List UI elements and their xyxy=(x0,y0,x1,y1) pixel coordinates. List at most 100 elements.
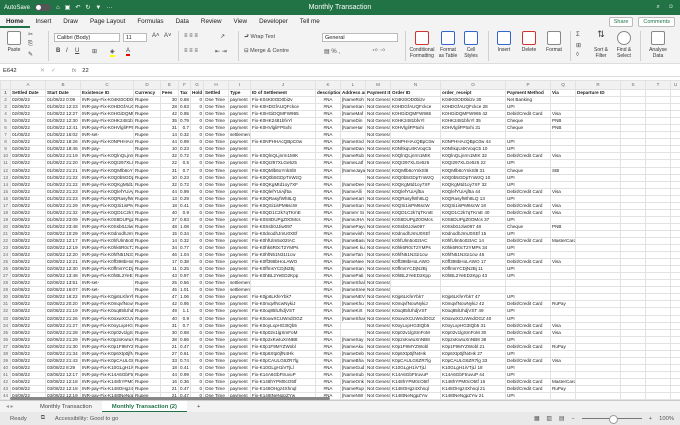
cell[interactable] xyxy=(620,377,646,386)
cell[interactable]: Fix-K0oq85lUhdjVST xyxy=(250,307,316,316)
cell[interactable]: 01/08/22 21:20 xyxy=(45,159,81,168)
cell[interactable]: 0 xyxy=(190,110,204,119)
cell[interactable] xyxy=(620,117,646,126)
cell[interactable] xyxy=(670,314,680,323)
cell[interactable]: #NA xyxy=(315,321,341,330)
cell[interactable] xyxy=(645,208,671,217)
tab-formulas[interactable]: Formulas xyxy=(131,15,169,28)
cell[interactable] xyxy=(670,159,680,168)
cell[interactable] xyxy=(575,293,621,302)
cell[interactable]: 02/08/22 21:19 xyxy=(45,307,81,316)
cell[interactable]: Fix-K0QlnQLjnrm1MIK xyxy=(250,152,316,161)
row-header[interactable]: 26 xyxy=(0,265,11,274)
cell[interactable]: 0 xyxy=(190,342,204,351)
cell[interactable]: K0HDGfAUQFckce 28 xyxy=(440,103,506,112)
cell[interactable]: K0ff398bHoLAWO 17 xyxy=(440,258,506,267)
cell[interactable] xyxy=(575,124,621,133)
cell[interactable]: K0HVlgliFP5xhi 31 xyxy=(440,124,506,133)
cell[interactable]: 14 xyxy=(160,236,179,246)
cell[interactable]: 0.41 xyxy=(178,201,191,210)
cell[interactable]: [NameShal xyxy=(340,279,366,288)
column-header-t[interactable]: T xyxy=(645,80,671,90)
cell[interactable] xyxy=(575,159,621,168)
cell[interactable]: #NA xyxy=(315,229,341,238)
cell[interactable]: payment xyxy=(228,314,251,323)
cell[interactable]: K148hYPM0cO5tf 16 xyxy=(440,377,506,386)
cell[interactable]: Fix-K0pCAULG6ZR7lg xyxy=(250,356,316,365)
cell[interactable]: 01/08/22 21:23 xyxy=(45,194,81,203)
cell[interactable]: K0QSi1isPM6scW 18 xyxy=(440,201,506,210)
increase-font-icon[interactable]: A˄ xyxy=(152,33,160,39)
cell[interactable]: 01/08/22 xyxy=(10,131,46,140)
cell[interactable]: Not Generated xyxy=(365,370,391,379)
cell[interactable]: [NameGud xyxy=(340,363,366,372)
cell[interactable] xyxy=(340,131,366,140)
cell[interactable]: K0QlefYUiAjf5a xyxy=(390,187,441,196)
cell[interactable]: 0.72 xyxy=(178,180,191,189)
cell[interactable]: Fix-K0QMlb6oYnkSl8 xyxy=(250,166,316,175)
cell[interactable]: Not Generated xyxy=(365,131,391,140)
cell[interactable]: 02/08/22 21:29 xyxy=(45,335,81,344)
cell[interactable]: 02/08/22 xyxy=(10,180,46,189)
cell[interactable]: Not Generated xyxy=(365,180,391,189)
cell[interactable]: Fix-K0hfUlm5o02tAC xyxy=(250,236,316,246)
cell[interactable]: 0 xyxy=(190,215,204,224)
cell[interactable] xyxy=(575,258,621,267)
header-cell[interactable]: Type xyxy=(228,88,251,98)
cell[interactable]: UPI xyxy=(505,314,551,323)
cell[interactable]: Fix-K0hk6R0cT2YMPs xyxy=(250,244,316,253)
cell[interactable]: 11 xyxy=(160,265,179,274)
cell[interactable]: 0 xyxy=(190,321,204,330)
cell[interactable] xyxy=(575,356,621,365)
cell[interactable]: [NameV Si xyxy=(340,208,366,217)
cell[interactable] xyxy=(575,335,621,344)
cell[interactable]: 02/08/22 12:19 xyxy=(45,244,81,253)
row-header[interactable]: 32 xyxy=(0,307,11,316)
cell[interactable]: 03/08/22 xyxy=(10,272,46,281)
autosum-icon[interactable]: Σ xyxy=(576,32,580,38)
cell[interactable]: 0 xyxy=(190,180,204,189)
header-cell[interactable]: Payment ID xyxy=(365,88,391,98)
cell[interactable] xyxy=(645,279,671,288)
cell[interactable]: 49 xyxy=(160,307,179,316)
cell[interactable]: Not Generated xyxy=(365,335,391,344)
row-header[interactable]: 23 xyxy=(0,244,11,253)
cell[interactable] xyxy=(575,272,621,281)
cell[interactable]: Not Generated xyxy=(365,103,391,112)
cell[interactable] xyxy=(670,265,680,274)
cell[interactable]: Not Generated xyxy=(365,349,391,358)
row-header[interactable]: 30 xyxy=(0,293,11,302)
cell[interactable]: One Time xyxy=(203,356,229,365)
cell[interactable]: UPI xyxy=(505,307,551,316)
cell[interactable] xyxy=(620,96,646,105)
cell[interactable]: K0NPHHAcQBpC0w 44 xyxy=(440,138,506,147)
cell[interactable] xyxy=(620,328,646,337)
column-header-c[interactable]: C xyxy=(80,80,134,90)
cell[interactable]: Not Generated xyxy=(365,321,391,330)
cell[interactable] xyxy=(550,194,576,203)
cell[interactable]: 01/08/22 12:41 xyxy=(45,124,81,133)
column-header-i[interactable]: I xyxy=(228,80,251,90)
cell[interactable] xyxy=(550,159,576,168)
cell[interactable]: Not Generated xyxy=(365,307,391,316)
cell[interactable]: INR-pay-Fix-K0dnodhJmU0XEf xyxy=(80,229,134,238)
row-header[interactable]: 37 xyxy=(0,342,11,351)
cell[interactable]: K0ff398bHoLAWO xyxy=(390,258,441,267)
cell[interactable]: K0QlnQLjnrm1MIK xyxy=(390,152,441,161)
tab-review[interactable]: Review xyxy=(195,15,228,28)
cell[interactable]: 30 xyxy=(160,96,179,105)
cell[interactable]: [NameDan xyxy=(340,145,366,154)
cell[interactable]: 04/08/22 xyxy=(10,363,46,372)
clear-icon[interactable]: ◊ xyxy=(576,52,579,58)
cell[interactable]: 13 xyxy=(160,194,179,203)
cell[interactable]: 0.9 xyxy=(178,208,191,217)
header-cell[interactable] xyxy=(620,88,646,98)
cell[interactable]: 03/08/22 xyxy=(10,307,46,316)
cell[interactable] xyxy=(670,236,680,246)
cell[interactable]: #NA xyxy=(315,244,341,253)
cell[interactable]: K0HDGfAUQFckce xyxy=(390,103,441,112)
cell[interactable]: #NA xyxy=(315,363,341,372)
cell[interactable] xyxy=(670,279,680,288)
cell[interactable]: One Time xyxy=(203,363,229,372)
cell[interactable] xyxy=(575,244,621,253)
